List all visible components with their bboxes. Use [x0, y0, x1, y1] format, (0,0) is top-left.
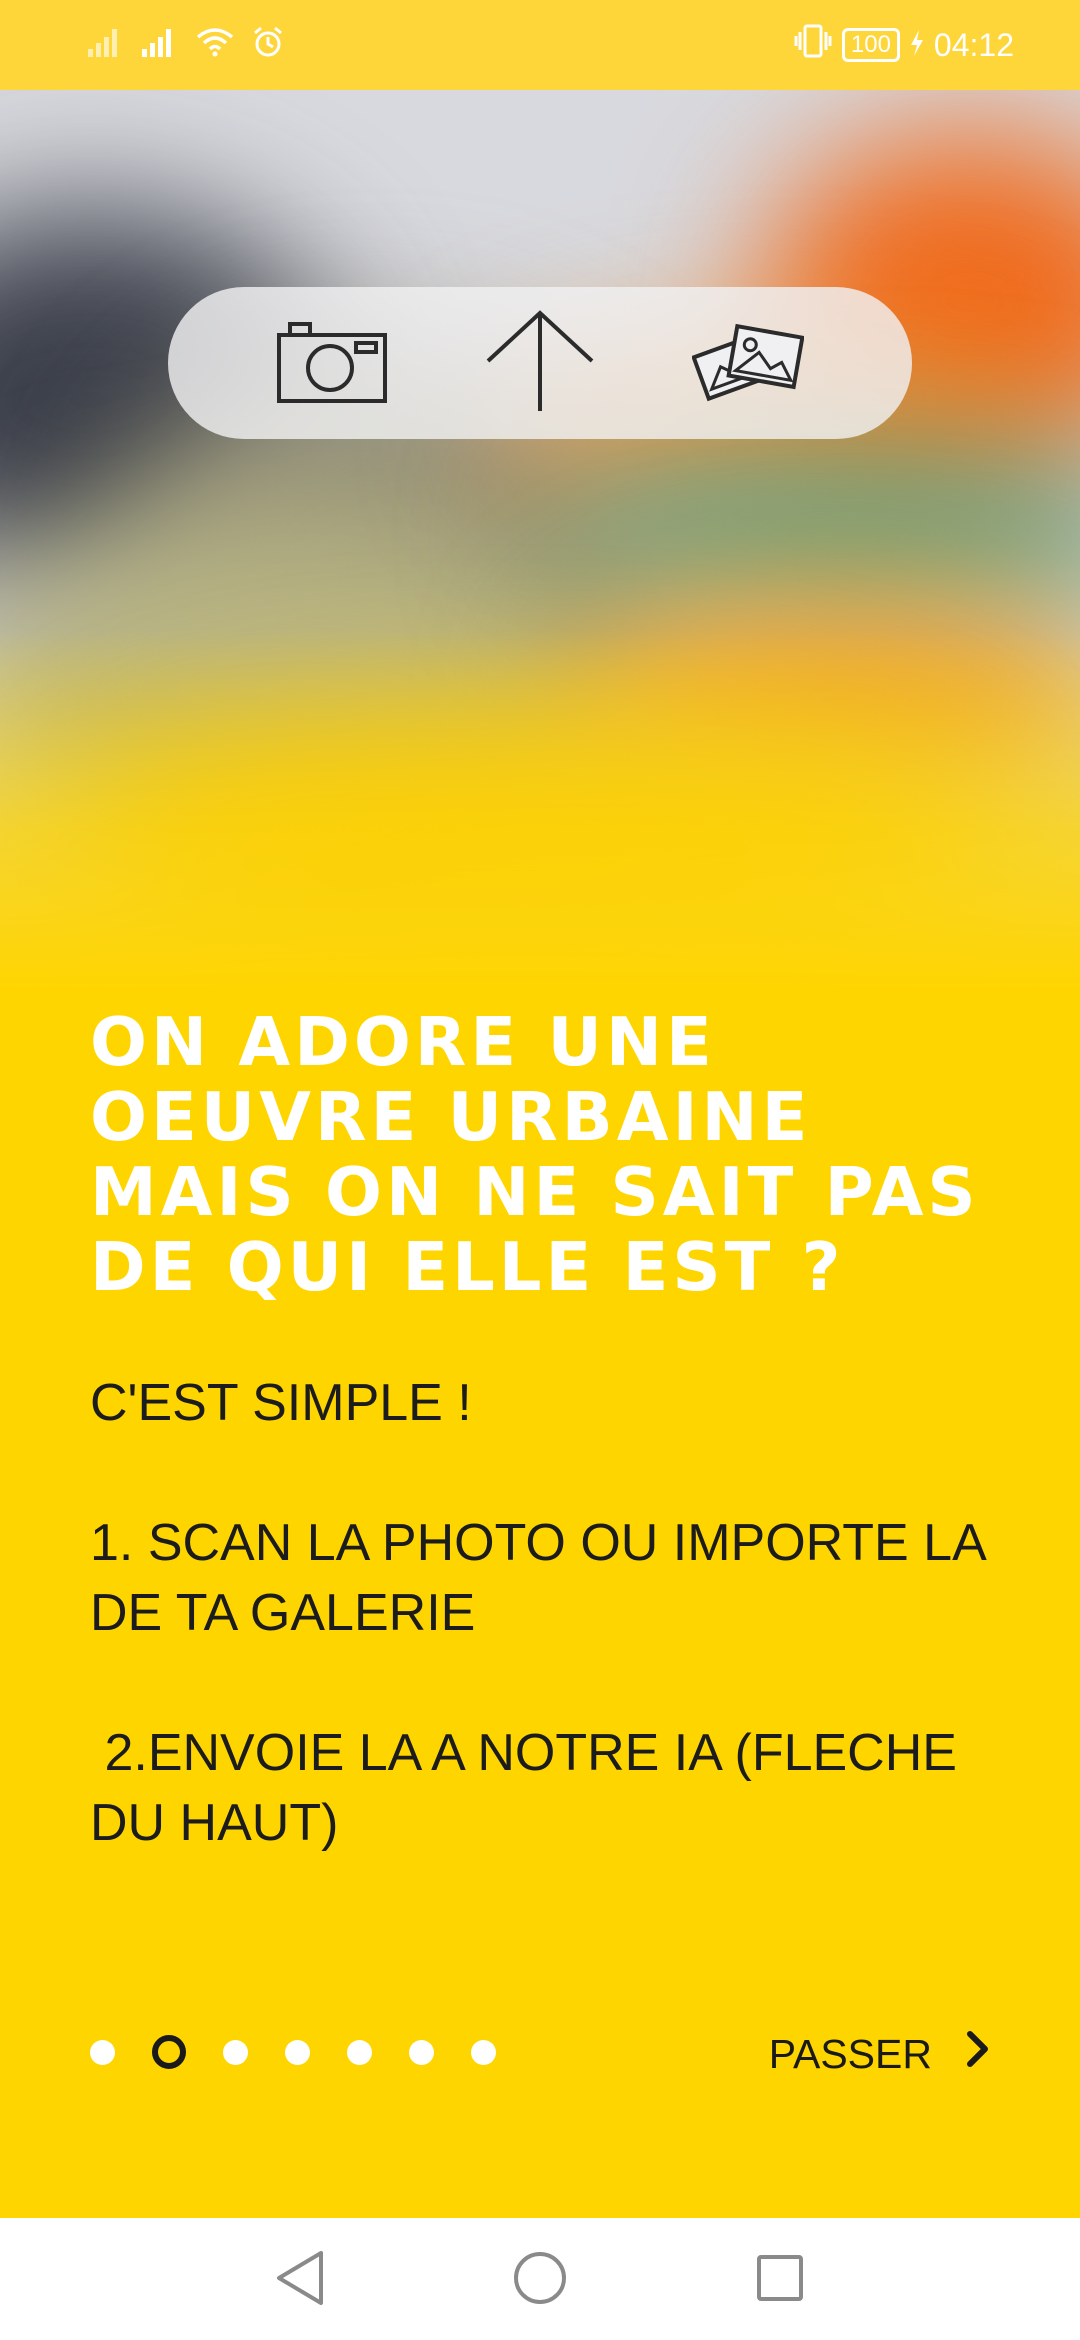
- back-button[interactable]: [264, 2244, 336, 2316]
- page-dot-active[interactable]: [152, 2035, 186, 2069]
- skip-button[interactable]: PASSER: [769, 2024, 990, 2084]
- status-left-icons: [88, 26, 284, 62]
- signal-strong-icon: [142, 27, 178, 61]
- wifi-icon: [196, 27, 234, 61]
- home-circle-icon: [512, 2250, 568, 2310]
- action-toolbar: [168, 287, 912, 439]
- chevron-right-icon: [966, 2030, 990, 2078]
- home-button[interactable]: [504, 2244, 576, 2316]
- hero-background: [0, 90, 1080, 990]
- hero-fade: [0, 630, 1080, 990]
- skip-button-label: PASSER: [768, 2030, 932, 2077]
- camera-button[interactable]: [267, 303, 397, 423]
- status-right-icons: 100 04:12: [794, 24, 1014, 66]
- recents-button[interactable]: [744, 2244, 816, 2316]
- gallery-button[interactable]: [683, 303, 813, 423]
- status-bar: 100 04:12: [0, 0, 1080, 90]
- signal-weak-icon: [88, 27, 124, 61]
- charging-icon: [910, 27, 924, 64]
- page-dot[interactable]: [90, 2039, 115, 2065]
- page-dot[interactable]: [285, 2039, 310, 2065]
- recents-square-icon: [755, 2253, 805, 2307]
- camera-icon: [276, 319, 388, 407]
- page-dot[interactable]: [471, 2039, 496, 2065]
- page-dot[interactable]: [347, 2039, 372, 2065]
- page-dot[interactable]: [223, 2039, 248, 2065]
- onboarding-instructions: C'EST SIMPLE ! 1. SCAN LA PHOTO OU IMPOR…: [90, 1374, 984, 1852]
- system-navigation-bar: [0, 2218, 1080, 2340]
- page-indicator: [90, 2034, 496, 2070]
- gallery-icon: [691, 319, 805, 407]
- upload-button[interactable]: [475, 303, 605, 423]
- onboarding-headline: ON ADORE UNE OEUVRE URBAINE MAIS ON NE S…: [90, 1003, 980, 1306]
- page-dot[interactable]: [409, 2039, 434, 2065]
- clock-time: 04:12: [933, 26, 1014, 63]
- upload-arrow-icon: [485, 309, 595, 417]
- back-triangle-icon: [273, 2249, 327, 2311]
- vibrate-icon: [794, 24, 832, 66]
- alarm-icon: [252, 26, 284, 62]
- battery-level: 100: [841, 28, 900, 62]
